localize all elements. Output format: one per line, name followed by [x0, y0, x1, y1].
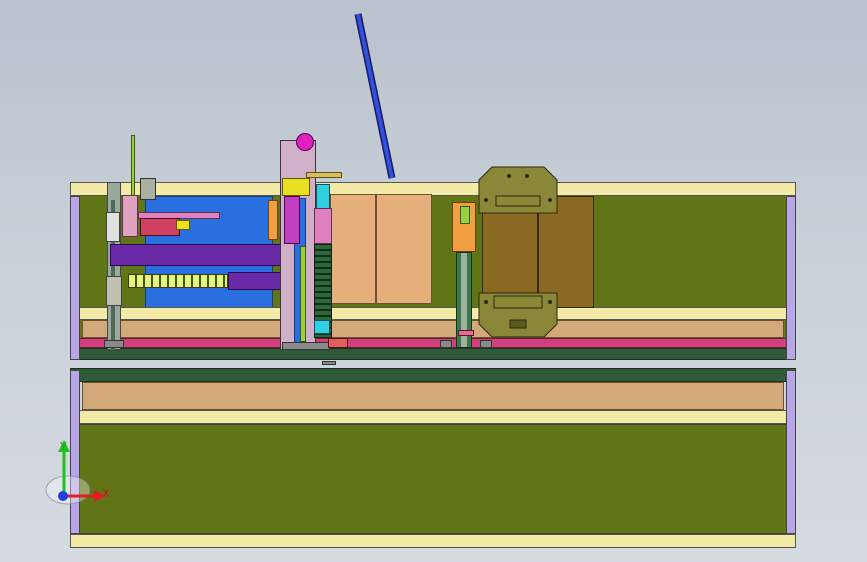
- right-small-tab-a: [440, 340, 452, 348]
- green-rod: [131, 135, 135, 197]
- tilted-rod: [354, 13, 396, 179]
- right-green-clip: [460, 206, 470, 224]
- coordinate-triad-icon: [45, 440, 106, 505]
- left-cylinder: [140, 178, 156, 200]
- tower-foot: [282, 342, 330, 350]
- upper-tan-strip: [82, 320, 784, 338]
- upper-pink-rail: [70, 338, 796, 348]
- right-small-tab-b: [480, 340, 492, 348]
- lower-dark-rail: [70, 368, 796, 382]
- rotary-plate-top: [478, 166, 558, 214]
- center-tower-green: [300, 246, 306, 342]
- lower-post-right: [786, 370, 796, 534]
- left-small-yellow: [176, 220, 190, 230]
- upper-post-left: [70, 196, 80, 360]
- brass-pin: [306, 172, 342, 178]
- cad-viewport[interactable]: Y X: [0, 0, 867, 562]
- upper-dark-rail: [70, 348, 796, 360]
- upper-top-rail: [70, 182, 796, 196]
- triad-x-label: X: [102, 487, 110, 500]
- magenta-block: [284, 196, 300, 244]
- magenta-knob: [296, 133, 314, 151]
- pink-block-right: [314, 208, 332, 244]
- peach-panel-left: [330, 194, 376, 304]
- rotary-plate-bottom: [478, 292, 558, 338]
- peach-panel-right: [376, 194, 432, 304]
- triad-y-label: Y: [60, 440, 67, 453]
- lower-center-tab: [322, 361, 336, 365]
- right-pink-clip: [458, 330, 474, 336]
- left-column-foot: [104, 340, 124, 348]
- lower-mid-rail: [70, 410, 796, 424]
- left-pink-block: [122, 195, 138, 237]
- lower-tan-strip: [82, 382, 784, 410]
- cyan-small: [314, 320, 330, 334]
- upper-mid-rail: [70, 307, 796, 320]
- lime-chain-strip: [128, 274, 228, 288]
- orange-side-tab: [268, 200, 278, 240]
- yellow-head: [282, 178, 310, 196]
- purple-beam-upper: [110, 244, 300, 266]
- red-foot-block: [328, 338, 348, 348]
- lower-bottom-rail: [70, 534, 796, 548]
- left-base-blocks: [106, 276, 122, 306]
- coordinate-triad: Y X: [44, 438, 124, 508]
- left-bracket: [106, 212, 120, 242]
- lower-base-olive: [70, 424, 796, 534]
- left-gear-block: [140, 218, 180, 236]
- upper-post-right: [786, 196, 796, 360]
